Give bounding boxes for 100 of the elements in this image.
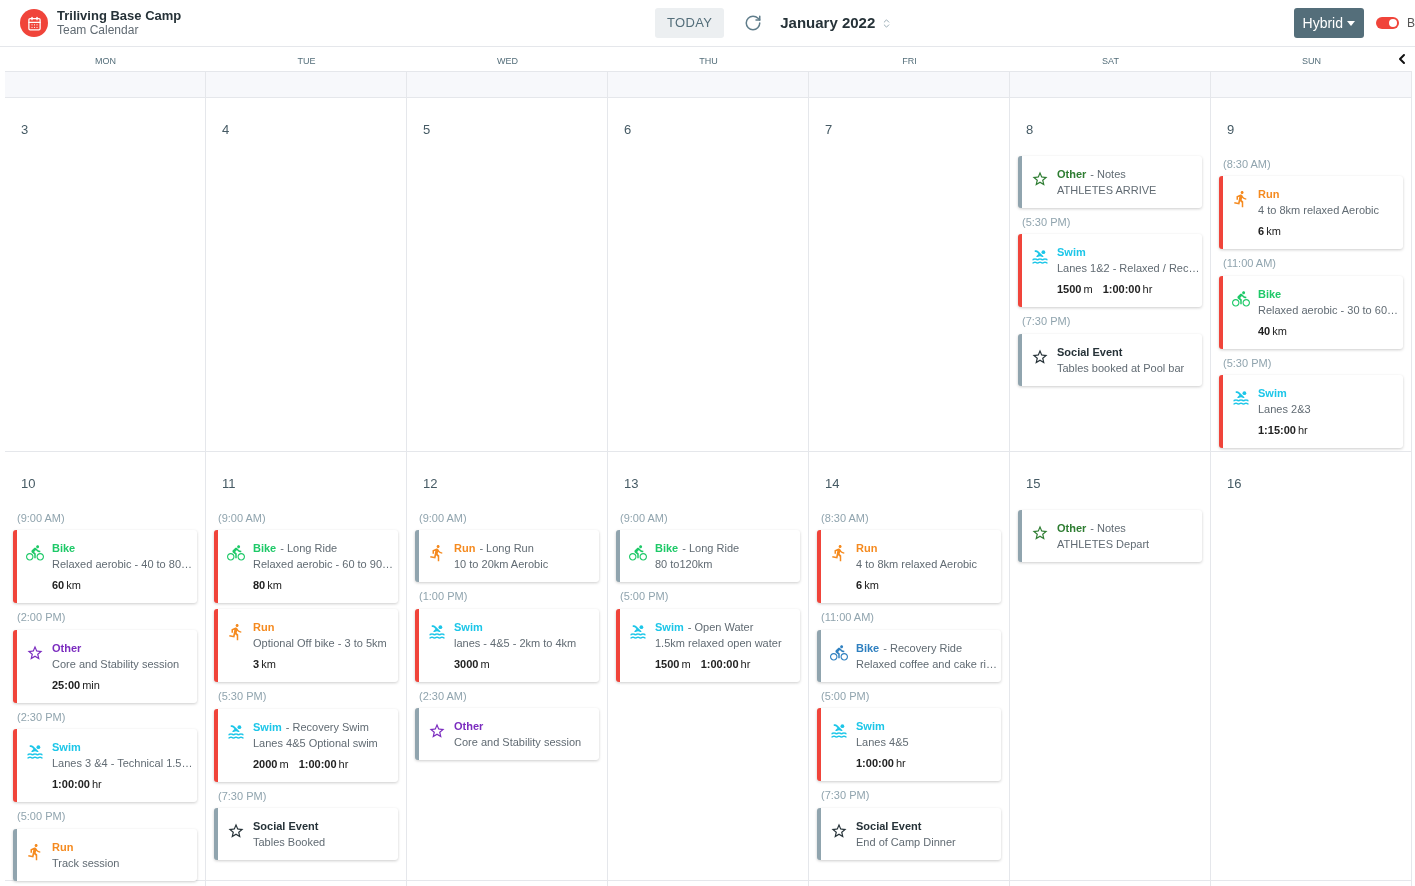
stat-unit: m — [1083, 282, 1093, 297]
refresh-icon[interactable] — [744, 14, 763, 32]
event-description: Relaxed aerobic - 40 to 80… — [52, 557, 189, 572]
event-card[interactable]: Bike - Recovery Ride Relaxed coffee and cake ri… — [817, 629, 1001, 682]
swimmer-icon — [629, 622, 647, 641]
event-card[interactable]: Other - Notes ATHLETES Depart — [1018, 509, 1202, 562]
event-type: Other — [454, 719, 484, 734]
event-type: Bike — [253, 541, 277, 556]
event-type: Run — [52, 839, 74, 855]
day-number: 12 — [422, 475, 439, 493]
event-description: ATHLETES Depart — [1057, 536, 1150, 552]
day-number: 5 — [422, 121, 432, 139]
event-card[interactable]: Bike - Long Ride Relaxed aerobic - 60 to 90… 80 km — [214, 530, 398, 603]
event-type: Social Event — [253, 819, 319, 834]
stat-unit: km — [1272, 323, 1287, 339]
event-time: (9:00 AM) — [16, 510, 66, 526]
stat-unit: hr — [91, 777, 102, 792]
event-time: (5:30 PM) — [217, 689, 268, 704]
event-description: Tables booked at Pool bar — [1057, 360, 1185, 376]
event-card[interactable]: Bike Relaxed aerobic - 40 to 80… 60 km — [13, 530, 197, 603]
event-card[interactable]: Swim - Open Water 1.5km relaxed open water 1500 m 1:00:00 hr — [616, 608, 800, 682]
event-card[interactable]: Social Event Tables Booked — [214, 808, 398, 860]
stat-unit: hr — [1142, 282, 1153, 297]
stat-value: 6 — [856, 578, 863, 593]
event-card[interactable]: Bike - Long Ride 80 to120km — [616, 530, 800, 582]
stat-unit: km — [864, 578, 879, 593]
stat-value: 3 — [253, 657, 260, 672]
event-time: (7:30 PM) — [217, 788, 268, 804]
event-card[interactable]: Swim Lanes 1&2 - Relaxed / Rec… 1500 m 1:00:00 hr — [1018, 234, 1202, 307]
event-type: Run — [856, 541, 878, 556]
event-card[interactable]: Other Core and Stability session — [415, 708, 599, 760]
event-time: (5:00 PM) — [820, 688, 871, 704]
event-title: - Notes — [1090, 166, 1126, 182]
today-button[interactable]: TODAY — [655, 8, 725, 38]
event-time: (11:00 AM) — [820, 610, 875, 625]
stat-value: 1:00:00 — [298, 756, 337, 772]
event-time: (5:30 PM) — [1222, 355, 1273, 371]
star-icon — [428, 722, 446, 740]
stat-value: 1:00:00 — [856, 756, 894, 771]
calendar-logo-icon — [20, 9, 48, 37]
event-card[interactable]: Run Track session — [13, 828, 197, 881]
event-title: - Long Run — [479, 541, 534, 556]
stat-unit: min — [82, 677, 100, 693]
event-card[interactable]: Run 4 to 8km relaxed Aerobic 6 km — [817, 530, 1001, 603]
stat-value: 3000 — [454, 656, 479, 672]
cyclist-icon — [830, 643, 848, 662]
event-description: Lanes 2&3 — [1258, 402, 1311, 417]
stat-unit: hr — [1297, 423, 1308, 438]
event-title: - Recovery Ride — [883, 640, 963, 656]
stat-value: 25:00 — [52, 677, 81, 693]
event-type: Bike — [1258, 286, 1282, 302]
stat-unit: km — [1266, 224, 1281, 239]
event-type: Swim — [856, 719, 885, 734]
event-card[interactable]: Other Core and Stability session 25:00 min — [13, 629, 197, 703]
weekday-label: SAT — [1102, 56, 1119, 66]
event-card[interactable]: Run - Long Run 10 to 20km Aerobic — [415, 530, 599, 582]
stat-unit: km — [267, 578, 282, 593]
swimmer-icon — [428, 622, 446, 641]
event-type: Swim — [655, 619, 684, 635]
weekday-label: MON — [95, 56, 116, 66]
event-card[interactable]: Run Optional Off bike - 3 to 5km 3 km — [214, 609, 398, 682]
day-number: 13 — [623, 475, 640, 493]
event-description: Core and Stability session — [454, 735, 582, 750]
swimmer-icon — [830, 722, 848, 740]
event-card[interactable]: Swim Lanes 2&3 1:15:00 hr — [1219, 375, 1403, 448]
stat-value: 1500 — [1057, 282, 1082, 297]
event-card[interactable]: Swim lanes - 4&5 - 2km to 4km 3000 m — [415, 608, 599, 682]
event-card[interactable]: Swim Lanes 3 &4 - Technical 1.5… 1:00:00 hr — [13, 729, 197, 802]
event-type: Bike — [52, 541, 76, 556]
stat-value: 80 — [253, 578, 266, 593]
event-card[interactable]: Other - Notes ATHLETES ARRIVE — [1018, 155, 1202, 208]
event-type: Bike — [655, 541, 679, 556]
event-card[interactable]: Run 4 to 8km relaxed Aerobic 6 km — [1219, 176, 1403, 249]
view-dropdown[interactable]: Hybrid — [1293, 8, 1364, 38]
event-card[interactable]: Social Event End of Camp Dinner — [817, 807, 1001, 860]
stat-value: 40 — [1258, 323, 1271, 339]
event-description: 1.5km relaxed open water — [655, 635, 782, 651]
cyclist-icon — [629, 544, 647, 562]
event-card[interactable]: Swim - Recovery Swim Lanes 4&5 Optional swim 2000 m 1:00:00 hr — [214, 708, 398, 782]
weekday-label: SUN — [1302, 56, 1321, 66]
event-title: - Recovery Swim — [285, 719, 369, 735]
swimmer-icon — [1031, 248, 1049, 266]
event-card[interactable]: Swim Lanes 4&5 1:00:00 hr — [817, 708, 1001, 781]
event-time: (5:00 PM) — [16, 809, 67, 824]
toggle-switch[interactable] — [1376, 17, 1399, 29]
stat-value: 2000 — [253, 756, 278, 772]
event-time: (2:00 PM) — [16, 610, 67, 625]
stat-unit: hr — [895, 756, 906, 771]
stat-unit: hr — [338, 756, 349, 772]
event-type: Social Event — [856, 818, 922, 834]
event-card[interactable]: Social Event Tables booked at Pool bar — [1018, 333, 1202, 386]
event-type: Run — [1258, 187, 1280, 202]
day-number: 14 — [824, 475, 841, 493]
event-description: Tables Booked — [253, 835, 326, 850]
event-time: (8:30 AM) — [820, 510, 870, 526]
event-card[interactable]: Bike Relaxed aerobic - 30 to 60… 40 km — [1219, 275, 1403, 349]
event-description: Optional Off bike - 3 to 5km — [253, 636, 387, 651]
event-description: Lanes 4&5 Optional swim — [253, 735, 378, 751]
event-time: (1:00 PM) — [418, 589, 469, 604]
event-description: Core and Stability session — [52, 656, 180, 672]
